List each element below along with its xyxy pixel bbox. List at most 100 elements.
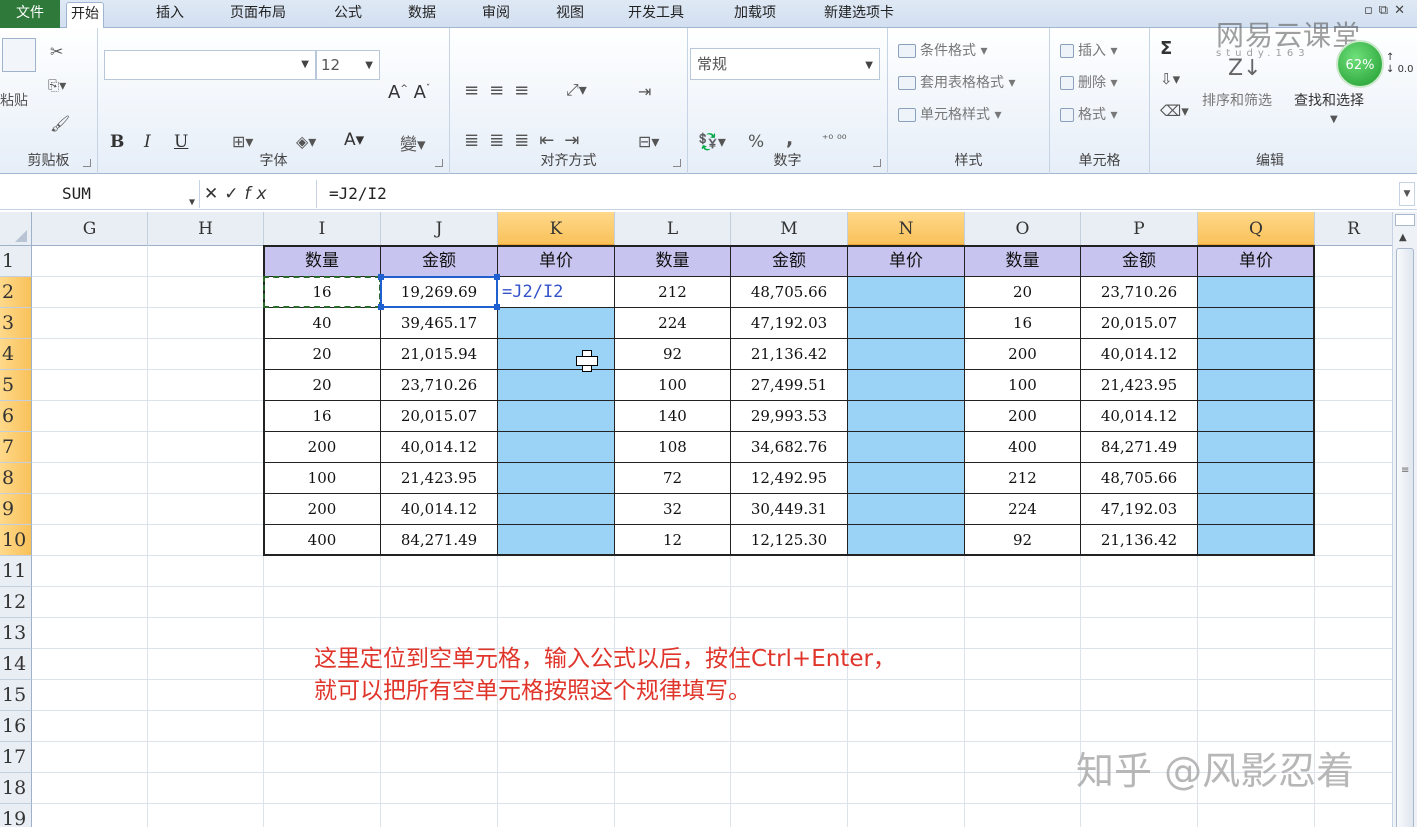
selection-handle-icon[interactable] <box>494 304 500 310</box>
table-cell-m2[interactable]: 48,705.66 <box>731 277 848 308</box>
selection-handle-icon[interactable] <box>494 274 500 280</box>
format-as-table-button[interactable]: 套用表格格式 ▾ <box>898 72 1015 92</box>
table-cell-q4[interactable] <box>1198 339 1315 370</box>
table-cell-m8[interactable]: 12,492.95 <box>731 463 848 494</box>
table-header-cell[interactable]: 单价 <box>1198 246 1315 277</box>
table-cell-l3[interactable]: 224 <box>615 308 731 339</box>
row-header-3[interactable]: 3 <box>0 308 32 339</box>
table-cell-m10[interactable]: 12,125.30 <box>731 525 848 556</box>
performance-badge[interactable]: 62% <box>1336 40 1384 88</box>
close-icon[interactable]: ✕ <box>1394 3 1411 18</box>
table-cell-n4[interactable] <box>848 339 965 370</box>
table-cell-i4[interactable]: 20 <box>264 339 381 370</box>
horizontal-align-icons[interactable]: ≣≣≣⇤⇥ <box>464 130 589 151</box>
table-cell-p9[interactable]: 47,192.03 <box>1081 494 1198 525</box>
percent-button[interactable]: % <box>748 132 764 152</box>
font-size-input[interactable]: 12 ▼ <box>316 50 380 80</box>
table-cell-q3[interactable] <box>1198 308 1315 339</box>
bold-button[interactable]: B <box>110 132 124 152</box>
selection-handle-icon[interactable] <box>378 274 384 280</box>
table-cell-k8[interactable] <box>498 463 615 494</box>
accounting-format-icon[interactable]: 💱▾ <box>698 132 726 151</box>
column-header-m[interactable]: M <box>731 212 848 246</box>
table-header-cell[interactable]: 数量 <box>615 246 731 277</box>
tab-formulas[interactable]: 公式 <box>330 2 366 28</box>
format-painter-icon[interactable]: 🖌 <box>50 114 70 133</box>
table-cell-k6[interactable] <box>498 401 615 432</box>
table-cell-n9[interactable] <box>848 494 965 525</box>
table-cell-j3[interactable]: 39,465.17 <box>381 308 498 339</box>
table-header-cell[interactable]: 数量 <box>264 246 381 277</box>
copy-icon[interactable]: ⎘▾ <box>48 78 66 94</box>
sort-filter-button[interactable]: 排序和筛选 <box>1202 90 1272 110</box>
row-header-15[interactable]: 15 <box>0 680 32 711</box>
table-cell-o9[interactable]: 224 <box>965 494 1081 525</box>
row-header-10[interactable]: 10 <box>0 525 32 556</box>
table-cell-k3[interactable] <box>498 308 615 339</box>
vertical-align-icons[interactable]: ≡≡≡ <box>464 80 539 101</box>
find-select-caret-icon[interactable]: ▼ <box>1330 114 1338 125</box>
table-cell-q10[interactable] <box>1198 525 1315 556</box>
cut-icon[interactable]: ✂ <box>50 42 63 61</box>
table-cell-i8[interactable]: 100 <box>264 463 381 494</box>
orientation-icon[interactable]: ⤢▾ <box>566 80 587 100</box>
clear-icon[interactable]: ⌫▾ <box>1160 102 1189 120</box>
table-header-cell[interactable]: 金额 <box>731 246 848 277</box>
alignment-launcher-icon[interactable] <box>673 159 681 167</box>
row-header-1[interactable]: 1 <box>0 246 32 277</box>
row-header-8[interactable]: 8 <box>0 463 32 494</box>
number-launcher-icon[interactable] <box>873 159 881 167</box>
table-cell-p10[interactable]: 21,136.42 <box>1081 525 1198 556</box>
table-cell-k7[interactable] <box>498 432 615 463</box>
table-cell-o5[interactable]: 100 <box>965 370 1081 401</box>
row-header-19[interactable]: 19 <box>0 804 32 827</box>
tab-addins[interactable]: 加载项 <box>730 2 780 28</box>
table-cell-m7[interactable]: 34,682.76 <box>731 432 848 463</box>
row-header-6[interactable]: 6 <box>0 401 32 432</box>
table-cell-i3[interactable]: 40 <box>264 308 381 339</box>
table-cell-j5[interactable]: 23,710.26 <box>381 370 498 401</box>
table-cell-n3[interactable] <box>848 308 965 339</box>
autosum-icon[interactable]: Σ <box>1160 38 1172 59</box>
row-header-13[interactable]: 13 <box>0 618 32 649</box>
table-cell-i2[interactable]: 16 <box>264 277 381 308</box>
table-cell-p5[interactable]: 21,423.95 <box>1081 370 1198 401</box>
row-header-11[interactable]: 11 <box>0 556 32 587</box>
decimal-adjust-icons[interactable]: ⁺⁰ ⁰⁰ <box>822 132 847 146</box>
table-cell-o2[interactable]: 20 <box>965 277 1081 308</box>
minimize-icon[interactable]: ▫ <box>1364 3 1379 18</box>
table-cell-m9[interactable]: 30,449.31 <box>731 494 848 525</box>
table-cell-o7[interactable]: 400 <box>965 432 1081 463</box>
font-launcher-icon[interactable] <box>435 159 443 167</box>
table-cell-o4[interactable]: 200 <box>965 339 1081 370</box>
enter-icon[interactable]: ✓ <box>224 184 244 204</box>
tab-new-tab[interactable]: 新建选项卡 <box>820 2 898 28</box>
table-header-cell[interactable]: 金额 <box>1081 246 1198 277</box>
table-cell-m3[interactable]: 47,192.03 <box>731 308 848 339</box>
table-cell-q6[interactable] <box>1198 401 1315 432</box>
table-cell-j6[interactable]: 20,015.07 <box>381 401 498 432</box>
table-cell-j2[interactable]: 19,269.69 <box>381 277 498 308</box>
table-cell-m4[interactable]: 21,136.42 <box>731 339 848 370</box>
vertical-scrollbar[interactable]: ▲ ≡ <box>1392 212 1417 827</box>
table-cell-k2[interactable]: =J2/I2 <box>498 277 615 308</box>
format-cells-button[interactable]: 格式 ▾ <box>1060 104 1117 124</box>
row-header-7[interactable]: 7 <box>0 432 32 463</box>
table-cell-j9[interactable]: 40,014.12 <box>381 494 498 525</box>
table-cell-n10[interactable] <box>848 525 965 556</box>
tab-file[interactable]: 文件 <box>0 0 60 28</box>
underline-button[interactable]: U <box>174 132 188 152</box>
table-cell-n8[interactable] <box>848 463 965 494</box>
table-cell-q8[interactable] <box>1198 463 1315 494</box>
select-all-button[interactable] <box>0 212 32 246</box>
table-cell-l4[interactable]: 92 <box>615 339 731 370</box>
table-cell-l10[interactable]: 12 <box>615 525 731 556</box>
table-cell-i9[interactable]: 200 <box>264 494 381 525</box>
table-cell-q5[interactable] <box>1198 370 1315 401</box>
table-cell-k5[interactable] <box>498 370 615 401</box>
name-box[interactable]: SUM ▼ <box>0 180 200 208</box>
paste-icon[interactable] <box>2 38 36 72</box>
paste-button[interactable]: 粘贴 <box>0 90 28 110</box>
table-cell-p6[interactable]: 40,014.12 <box>1081 401 1198 432</box>
table-cell-i7[interactable]: 200 <box>264 432 381 463</box>
